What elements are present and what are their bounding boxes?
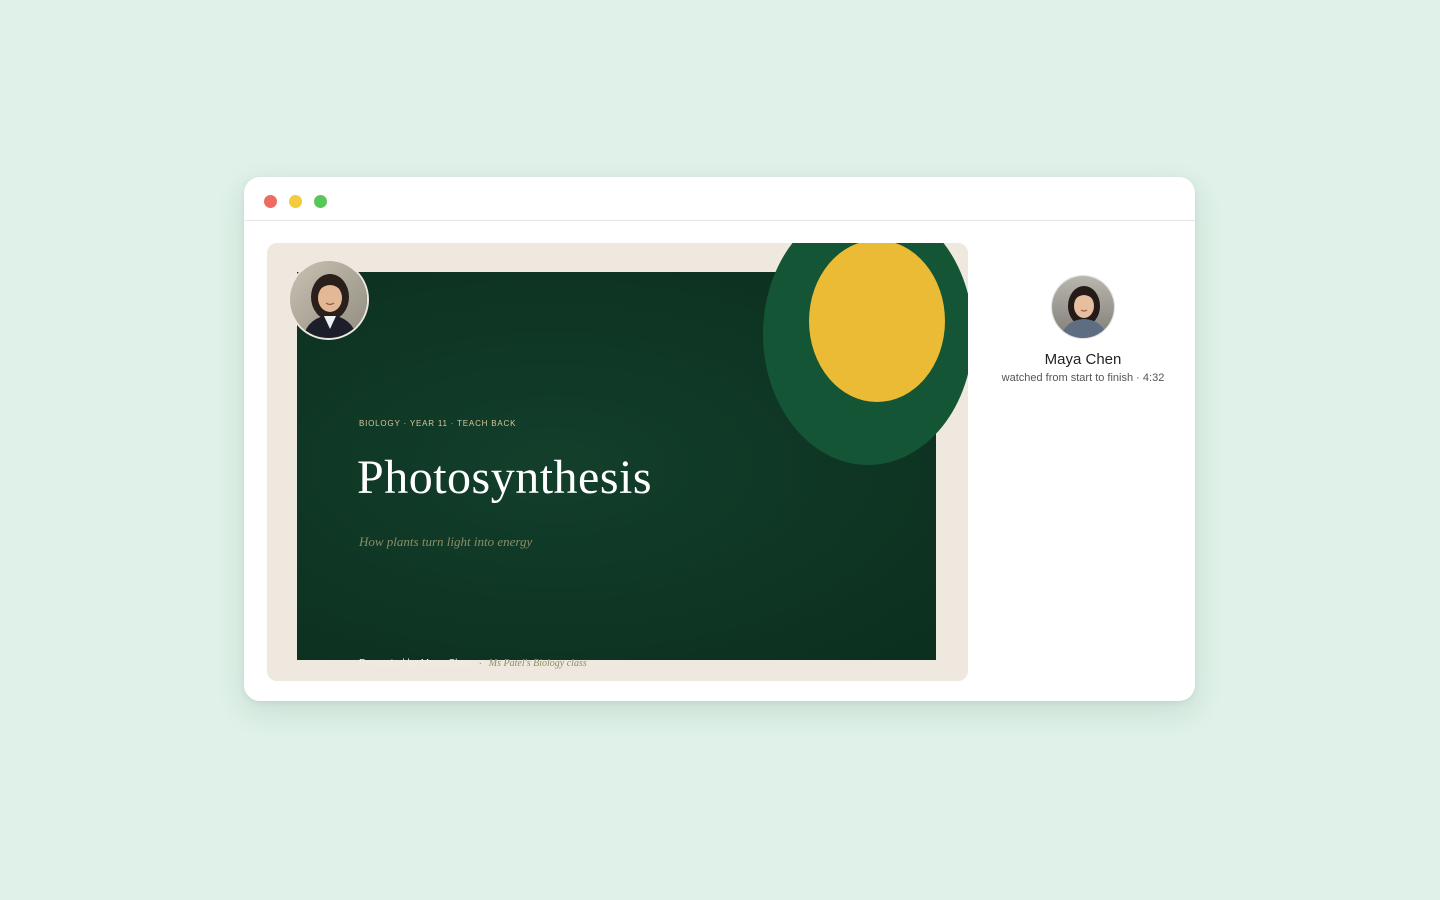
viewer-name: Maya Chen	[1044, 351, 1122, 368]
browser-window: BIOLOGY · YEAR 11 · TEACH BACK Photosynt…	[244, 177, 1195, 701]
viewer-status-text: watched from start to finish	[1001, 372, 1134, 384]
viewer-watch-status: watched from start to finish · 4:32	[990, 372, 1176, 384]
presenter-camera-avatar	[288, 259, 369, 340]
viewer-duration: 4:32	[1142, 372, 1165, 384]
slide-subtitle: How plants turn light into energy	[359, 534, 533, 549]
minimize-window-button[interactable]	[289, 195, 302, 208]
viewer-card: Maya Chen watched from start to finish ·…	[990, 275, 1176, 384]
viewer-avatar	[1051, 275, 1115, 339]
viewer-avatar-photo-icon	[1052, 276, 1114, 338]
presenter-name: Maya Chen	[420, 658, 472, 669]
presenter-prefix: Presented by	[359, 658, 418, 669]
slide-kicker: BIOLOGY · YEAR 11 · TEACH BACK	[359, 419, 517, 428]
presenter-separator: ·	[478, 658, 482, 669]
window-titlebar	[244, 177, 1195, 221]
maximize-window-button[interactable]	[314, 195, 327, 208]
decorative-yellow-circle	[809, 243, 945, 402]
video-player[interactable]: BIOLOGY · YEAR 11 · TEACH BACK Photosynt…	[267, 243, 968, 681]
slide-presenter-line: Presented by Maya Chen · Ms Patel's Biol…	[359, 658, 587, 669]
viewer-separator: ·	[1136, 372, 1140, 384]
presenter-class: Ms Patel's Biology class	[488, 658, 587, 669]
slide-title: Photosynthesis	[357, 451, 653, 504]
close-window-button[interactable]	[264, 195, 277, 208]
